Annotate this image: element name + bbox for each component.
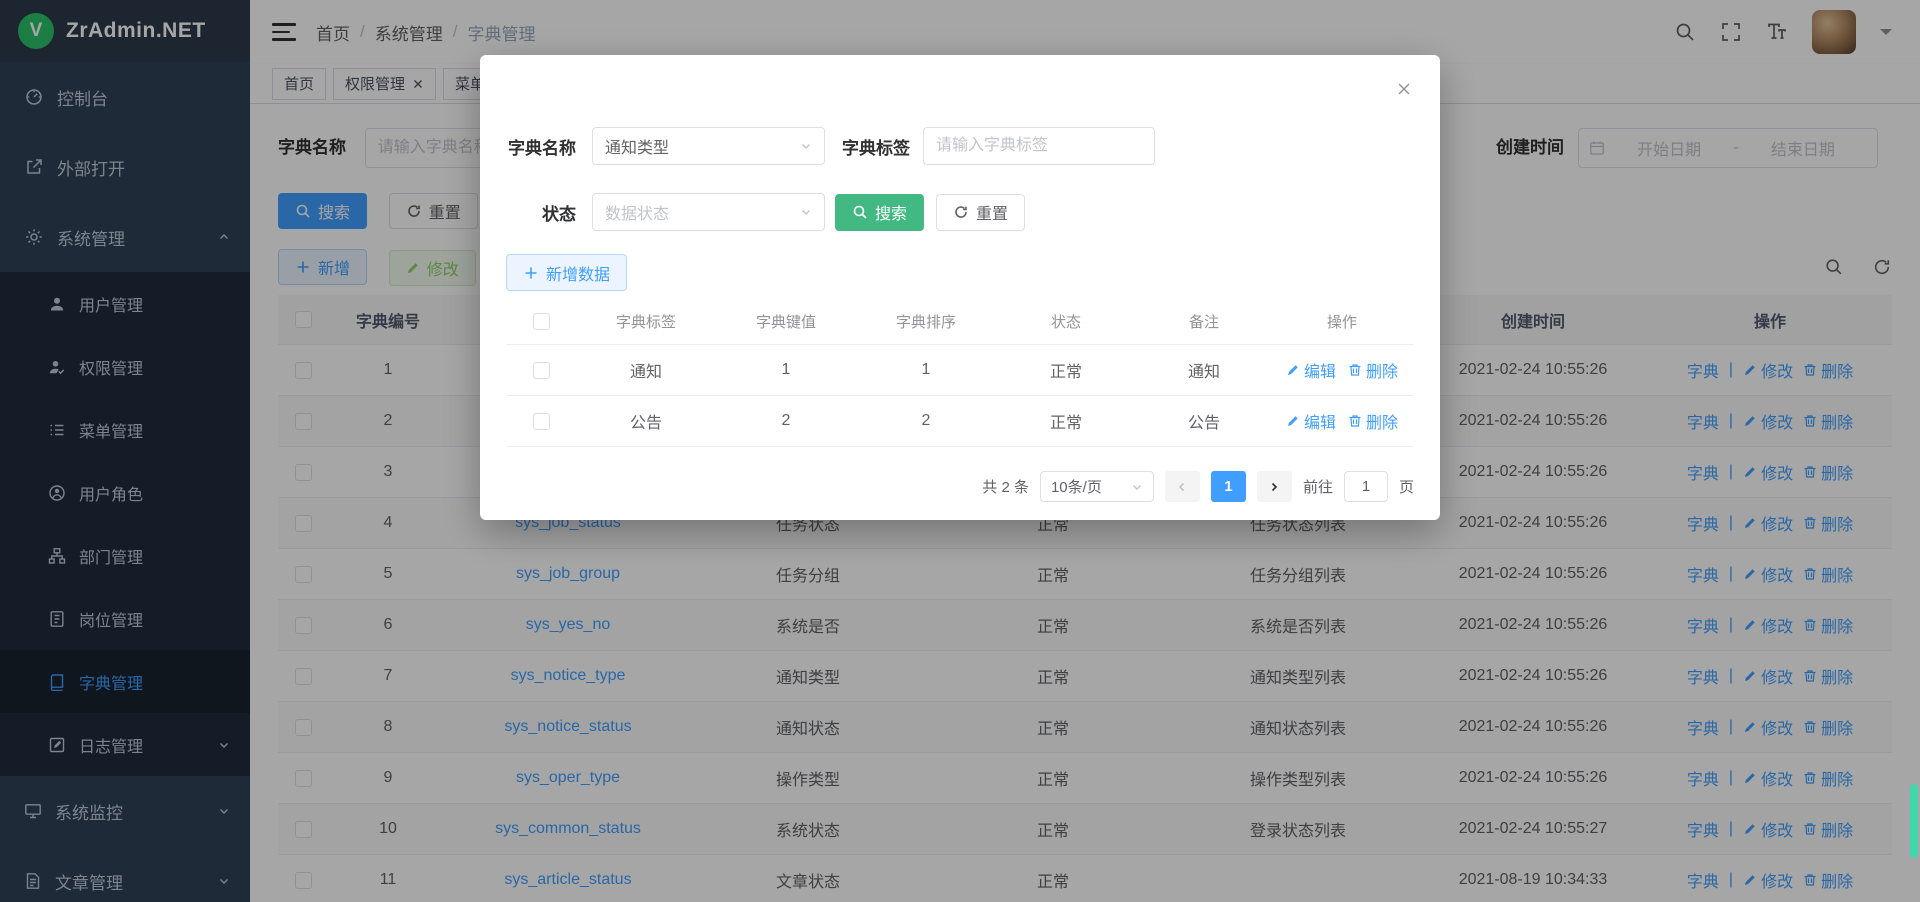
prev-page-button[interactable] xyxy=(1165,471,1200,502)
add-data-button[interactable]: 新增数据 xyxy=(506,254,627,291)
row-checkbox[interactable] xyxy=(533,413,550,430)
row-edit-link[interactable]: 编辑 xyxy=(1286,409,1336,433)
column-header: 状态 xyxy=(996,311,1136,332)
select-placeholder: 数据状态 xyxy=(605,200,669,224)
dict-data-value: 1 xyxy=(716,361,856,379)
dict-data-sort: 1 xyxy=(856,361,996,379)
dict-data-remark: 公告 xyxy=(1136,409,1272,433)
dict-data-sort: 2 xyxy=(856,412,996,430)
dict-data-dialog: 字典名称 通知类型 字典标签 状态 数据状态 搜索 xyxy=(480,55,1440,520)
dict-data-status: 正常 xyxy=(996,409,1136,433)
dict-data-value: 2 xyxy=(716,412,856,430)
status-select[interactable]: 数据状态 xyxy=(592,193,825,231)
dict-data-label: 公告 xyxy=(576,409,716,433)
search-button-label: 搜索 xyxy=(875,200,907,224)
dialog-body: 字典名称 通知类型 字典标签 状态 数据状态 搜索 xyxy=(480,55,1440,502)
dict-data-label: 通知 xyxy=(576,358,716,382)
reset-button-label: 重置 xyxy=(976,200,1008,224)
status-label: 状态 xyxy=(506,200,576,225)
row-actions: 编辑 删除 xyxy=(1272,409,1412,433)
chevron-down-icon xyxy=(800,140,812,152)
table-row: 公告 2 2 正常 公告 编辑 删除 xyxy=(506,396,1414,447)
column-header: 字典排序 xyxy=(856,311,996,332)
dialog-search-button[interactable]: 搜索 xyxy=(835,194,924,231)
row-actions: 编辑 删除 xyxy=(1272,358,1412,382)
row-checkbox[interactable] xyxy=(533,362,550,379)
dialog-add-row: 新增数据 xyxy=(506,254,1414,291)
selected-value: 通知类型 xyxy=(605,134,669,158)
chevron-down-icon xyxy=(1131,481,1143,493)
pagination: 共 2 条 10条/页 1 前往 页 xyxy=(506,471,1414,502)
page-size-value: 10条/页 xyxy=(1051,476,1102,497)
current-page-button[interactable]: 1 xyxy=(1211,471,1246,502)
delete-label: 删除 xyxy=(1366,358,1398,382)
dict-data-remark: 通知 xyxy=(1136,358,1272,382)
close-icon[interactable] xyxy=(1396,81,1412,97)
row-delete-link[interactable]: 删除 xyxy=(1348,358,1398,382)
dialog-form-row-2: 状态 数据状态 搜索 重置 xyxy=(506,193,1414,231)
delete-label: 删除 xyxy=(1366,409,1398,433)
page-unit-label: 页 xyxy=(1399,476,1414,497)
dialog-query-buttons: 搜索 重置 xyxy=(835,194,1025,231)
dialog-table-body: 通知 1 1 正常 通知 编辑 删除 公告 2 xyxy=(506,345,1414,447)
dialog-form-row-1: 字典名称 通知类型 字典标签 xyxy=(506,127,1414,165)
dict-name-select[interactable]: 通知类型 xyxy=(592,127,825,165)
column-header: 字典键值 xyxy=(716,311,856,332)
add-data-button-label: 新增数据 xyxy=(546,261,610,285)
next-page-button[interactable] xyxy=(1257,471,1292,502)
scrollbar-thumb[interactable] xyxy=(1910,784,1918,858)
chevron-down-icon xyxy=(800,206,812,218)
dict-label-input[interactable] xyxy=(923,127,1155,165)
goto-page-input[interactable] xyxy=(1344,471,1388,502)
column-header: 字典标签 xyxy=(576,311,716,332)
pagination-total: 共 2 条 xyxy=(982,476,1029,497)
page-size-select[interactable]: 10条/页 xyxy=(1040,471,1154,502)
column-header: 备注 xyxy=(1136,311,1272,332)
table-row: 通知 1 1 正常 通知 编辑 删除 xyxy=(506,345,1414,396)
dialog-reset-button[interactable]: 重置 xyxy=(936,194,1025,231)
select-all-checkbox[interactable] xyxy=(533,313,550,330)
dict-data-status: 正常 xyxy=(996,358,1136,382)
column-header: 操作 xyxy=(1272,311,1412,332)
goto-label: 前往 xyxy=(1303,476,1333,497)
row-edit-link[interactable]: 编辑 xyxy=(1286,358,1336,382)
dict-name-label: 字典名称 xyxy=(506,134,576,159)
dict-label-label: 字典标签 xyxy=(840,134,910,159)
edit-label: 编辑 xyxy=(1304,409,1336,433)
edit-label: 编辑 xyxy=(1304,358,1336,382)
dialog-table-header: 字典标签 字典键值 字典排序 状态 备注 操作 xyxy=(506,299,1414,345)
row-delete-link[interactable]: 删除 xyxy=(1348,409,1398,433)
